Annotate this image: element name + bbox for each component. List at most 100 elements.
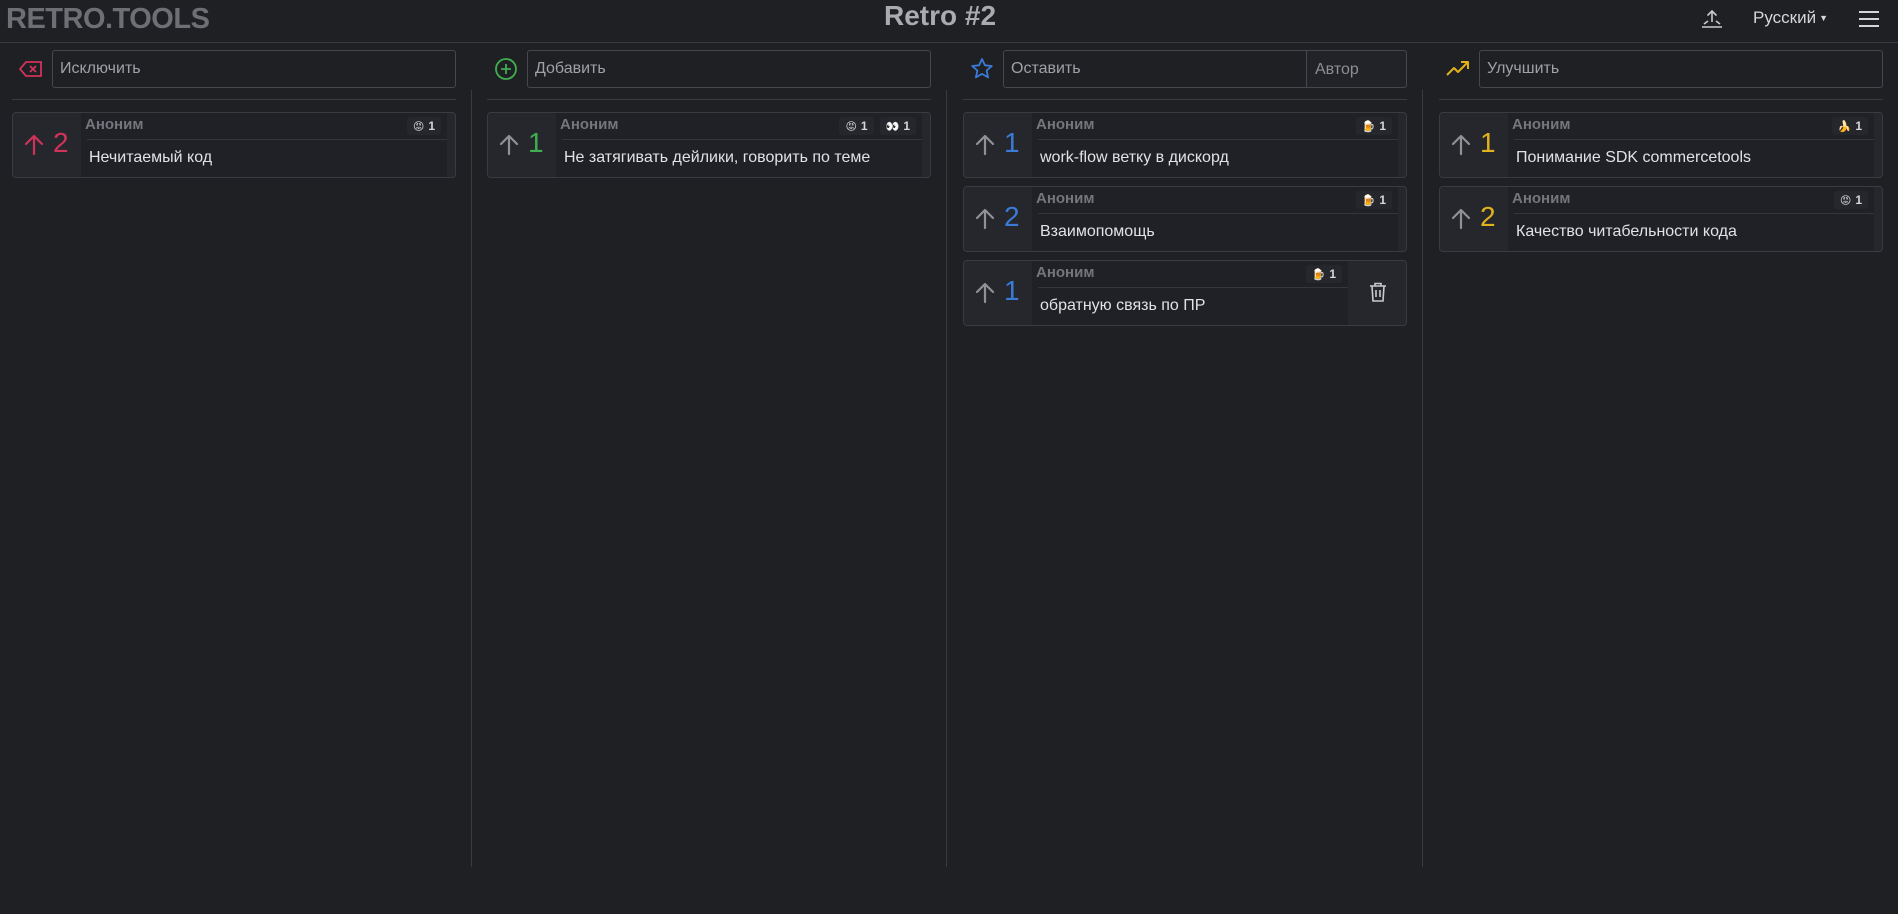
trending-up-icon bbox=[1445, 56, 1471, 82]
vote-count: 2 bbox=[53, 127, 69, 158]
vote-button[interactable]: 2 bbox=[13, 113, 81, 177]
vote-button[interactable]: 2 bbox=[964, 187, 1032, 251]
improve-input[interactable] bbox=[1479, 50, 1883, 88]
card-text: Нечитаемый код bbox=[89, 149, 213, 166]
arrow-up-icon bbox=[975, 208, 995, 230]
column-header-divider bbox=[487, 99, 931, 100]
reaction-count: 1 bbox=[1329, 267, 1336, 281]
card-text: Взаимопомощь bbox=[1040, 223, 1155, 240]
language-label: Русский bbox=[1753, 8, 1817, 27]
trash-icon bbox=[1370, 282, 1386, 302]
card: 2 Аноним 😡 1 Нечитаемый код bbox=[12, 112, 456, 178]
exclude-input[interactable] bbox=[52, 50, 456, 88]
author-toggle-button[interactable]: Автор bbox=[1307, 50, 1407, 88]
card-body[interactable]: Аноним 🍺 1 обратную связь по ПР bbox=[1032, 261, 1348, 325]
card-body[interactable]: Аноним 😡 1 Качество читабельности кода bbox=[1508, 187, 1874, 251]
reaction-badge[interactable]: 👀 1 bbox=[879, 117, 916, 135]
emoji: 🍌 bbox=[1837, 121, 1852, 133]
card-body[interactable]: Аноним 🍺 1 Взаимопомощь bbox=[1032, 187, 1398, 251]
vote-count: 1 bbox=[1004, 275, 1020, 306]
column-add: 1 Аноним 😡1👀1 Не затягивать дейлики, гов… bbox=[475, 42, 947, 867]
card-body[interactable]: Аноним 😡 1 👀 1 Не затягивать дейлики, говор… bbox=[556, 113, 922, 177]
emoji: 🍺 bbox=[1361, 195, 1376, 207]
arrow-up-icon bbox=[1451, 134, 1471, 156]
emoji: 🍺 bbox=[1311, 269, 1326, 281]
card: 1 Аноним 🍺 1 обратную связь по ПР bbox=[963, 260, 1407, 326]
card: 2 Аноним 😡 1 Качество читабельности кода bbox=[1439, 186, 1883, 252]
vote-button[interactable]: 1 bbox=[1440, 113, 1508, 177]
delete-button[interactable] bbox=[1350, 261, 1406, 325]
card-body[interactable]: Аноним 😡 1 Нечитаемый код bbox=[81, 113, 447, 177]
arrow-up-icon bbox=[24, 134, 44, 156]
page-title: Retro #2 bbox=[883, 0, 997, 31]
vote-count: 2 bbox=[1004, 201, 1020, 232]
reactions: 🍌 1 bbox=[1831, 117, 1868, 135]
column-keep: Автор 1 Аноним 🍺1 work-flow ветку в диск… bbox=[951, 42, 1423, 867]
share-icon[interactable] bbox=[1698, 5, 1726, 33]
card-text: Не затягивать дейлики, говорить по теме bbox=[564, 149, 871, 166]
arrow-up-icon bbox=[975, 134, 995, 156]
add-input[interactable] bbox=[527, 50, 931, 88]
reaction-badge[interactable]: 🍺 1 bbox=[1355, 117, 1392, 135]
card-author: Аноним bbox=[1512, 190, 1571, 207]
emoji: 🍺 bbox=[1361, 121, 1376, 133]
card-author: Аноним bbox=[85, 116, 144, 133]
column-header-divider bbox=[1439, 99, 1883, 100]
star-icon bbox=[969, 56, 995, 82]
reaction-count: 1 bbox=[428, 119, 435, 133]
card-text: work-flow ветку в дискорд bbox=[1040, 149, 1229, 166]
reactions: 🍺 1 bbox=[1355, 191, 1392, 209]
column-header-divider bbox=[963, 99, 1407, 100]
divider bbox=[562, 139, 922, 140]
reactions: 😡 1 bbox=[1833, 191, 1868, 209]
reactions: 😡 1 👀 1 bbox=[839, 117, 916, 135]
card-text: Качество читабельности кода bbox=[1516, 223, 1737, 240]
reaction-badge[interactable]: 😡 1 bbox=[839, 117, 874, 135]
reaction-badge[interactable]: 😡 1 bbox=[1833, 191, 1868, 209]
vote-count: 2 bbox=[1480, 201, 1496, 232]
emoji: 👀 bbox=[885, 121, 900, 133]
column-header-divider bbox=[12, 99, 456, 100]
column-divider bbox=[471, 90, 472, 867]
arrow-up-icon bbox=[499, 134, 519, 156]
column-exclude: 2 Аноним 😡1 Нечитаемый код bbox=[0, 42, 472, 867]
vote-count: 1 bbox=[1004, 127, 1020, 158]
hamburger-menu-icon[interactable] bbox=[1857, 7, 1881, 31]
plus-circle-icon bbox=[493, 56, 519, 82]
vote-button[interactable]: 1 bbox=[488, 113, 556, 177]
card-body[interactable]: Аноним 🍌 1 Понимание SDK commercetools bbox=[1508, 113, 1874, 177]
reaction-badge[interactable]: 🍺 1 bbox=[1355, 191, 1392, 209]
keep-input[interactable] bbox=[1003, 50, 1307, 88]
reactions: 🍺 1 bbox=[1355, 117, 1392, 135]
card-body[interactable]: Аноним 🍺 1 work-flow ветку в дискорд bbox=[1032, 113, 1398, 177]
column-improve: 1 Аноним 🍌1 Понимание SDK commercetools … bbox=[1427, 42, 1898, 867]
vote-button[interactable]: 2 bbox=[1440, 187, 1508, 251]
caret-down-icon: ▼ bbox=[1819, 13, 1828, 23]
card-text: Понимание SDK commercetools bbox=[1516, 149, 1752, 166]
divider bbox=[1514, 139, 1874, 140]
divider bbox=[1038, 213, 1398, 214]
reactions: 🍺 1 bbox=[1305, 265, 1342, 283]
arrow-up-icon bbox=[1451, 208, 1471, 230]
top-bar: RETRO.TOOLS Retro #2 Русский ▼ bbox=[0, 0, 1898, 43]
divider bbox=[1514, 213, 1874, 214]
divider bbox=[1038, 139, 1398, 140]
reaction-badge[interactable]: 😡 1 bbox=[406, 117, 441, 135]
card: 1 Аноним 😡 1 👀 1 Не затягивать дейлики, гов… bbox=[487, 112, 931, 178]
card: 2 Аноним 🍺 1 Взаимопомощь bbox=[963, 186, 1407, 252]
column-divider bbox=[1422, 90, 1423, 867]
reaction-badge[interactable]: 🍺 1 bbox=[1305, 265, 1342, 283]
reaction-count: 1 bbox=[1855, 193, 1862, 207]
card-author: Аноним bbox=[1036, 190, 1095, 207]
divider bbox=[1038, 287, 1348, 288]
reaction-count: 1 bbox=[1855, 119, 1862, 133]
vote-button[interactable]: 1 bbox=[964, 113, 1032, 177]
reaction-count: 1 bbox=[860, 119, 868, 133]
reaction-count: 1 bbox=[903, 119, 910, 133]
language-dropdown[interactable]: Русский ▼ bbox=[1753, 8, 1828, 28]
reaction-count: 1 bbox=[1379, 193, 1386, 207]
vote-button[interactable]: 1 bbox=[964, 261, 1032, 325]
card-author: Аноним bbox=[1036, 116, 1095, 133]
card-author: Аноним bbox=[560, 116, 619, 133]
reaction-badge[interactable]: 🍌 1 bbox=[1831, 117, 1868, 135]
